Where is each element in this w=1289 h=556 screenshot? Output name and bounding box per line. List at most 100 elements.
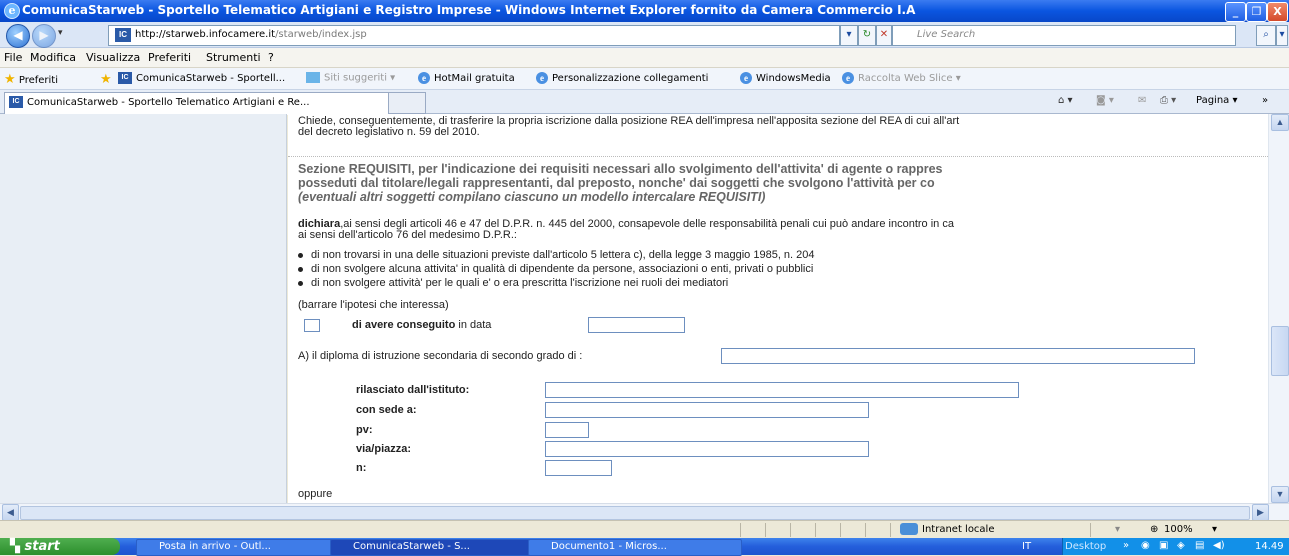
language-indicator[interactable]: IT xyxy=(1022,541,1031,552)
ie-logo-icon: e xyxy=(4,3,20,19)
favorites-label: Preferiti xyxy=(18,75,59,86)
menu-file[interactable]: File xyxy=(4,51,22,64)
tray-display-icon[interactable]: ▤ xyxy=(1195,540,1204,551)
intranet-zone-icon xyxy=(900,523,918,535)
diploma-input[interactable] xyxy=(721,348,1195,364)
system-tray: Desktop » ◉ ▣ ◈ ▤ ◀) 14.49 xyxy=(1062,538,1289,555)
volume-icon[interactable]: ◀) xyxy=(1213,540,1225,551)
scroll-left-icon[interactable]: ◀ xyxy=(2,504,19,521)
intro-line-2: del decreto legislativo n. 59 del 2010. xyxy=(298,126,480,138)
forward-button[interactable]: ▶ xyxy=(32,24,56,48)
add-favorite-icon[interactable]: ★ xyxy=(100,72,112,87)
history-dropdown-icon[interactable]: ▾ xyxy=(58,28,63,38)
favorite-label: WindowsMedia xyxy=(756,73,831,84)
scroll-down-icon[interactable]: ▼ xyxy=(1271,486,1289,503)
favorites-center-button[interactable]: ★ Preferiti xyxy=(4,72,58,87)
section-requisiti-line-1: Sezione REQUISITI, per l'indicazione dei… xyxy=(298,162,943,176)
vertical-scroll-thumb[interactable] xyxy=(1271,326,1289,376)
menu-preferiti[interactable]: Preferiti xyxy=(148,51,191,64)
section-requisiti-line-2: posseduti dal titolare/legali rappresent… xyxy=(298,176,935,190)
back-button[interactable]: ◀ xyxy=(6,24,30,48)
horizontal-scroll-thumb[interactable] xyxy=(20,506,1250,520)
close-button[interactable]: X xyxy=(1267,2,1288,22)
menu-strumenti[interactable]: Strumenti xyxy=(206,51,261,64)
tab-title: ComunicaStarweb - Sportello Telematico A… xyxy=(27,97,310,108)
oppure-label: oppure xyxy=(298,488,333,500)
menu-help[interactable]: ? xyxy=(268,51,274,64)
home-icon[interactable]: ⌂ ▾ xyxy=(1058,95,1073,106)
print-icon[interactable]: ⎙ ▾ xyxy=(1160,95,1176,106)
favorite-web-slice[interactable]: e Raccolta Web Slice ▾ xyxy=(842,72,961,84)
pagina-menu[interactable]: Pagina ▾ xyxy=(1196,95,1238,106)
task-word[interactable]: Documento1 - Micros... xyxy=(528,539,742,556)
favorite-siti-suggeriti[interactable]: Siti suggeriti ▾ xyxy=(306,72,395,84)
address-dropdown-button[interactable]: ▾ xyxy=(840,25,858,46)
start-button[interactable]: ▚ start xyxy=(0,538,120,555)
feeds-icon[interactable]: ◙ ▾ xyxy=(1096,95,1114,106)
horizontal-scrollbar[interactable]: ◀ ▶ xyxy=(0,503,1289,521)
menu-bar: File Modifica Visualizza Preferiti Strum… xyxy=(0,48,1289,68)
stop-icon[interactable]: ✕ xyxy=(876,25,892,46)
favorites-star-icon: ★ xyxy=(4,72,16,87)
sede-label: con sede a: xyxy=(356,404,417,416)
protected-mode-icon[interactable]: ▾ xyxy=(1115,524,1120,535)
ie-page-icon: e xyxy=(842,72,854,84)
minimize-button[interactable]: _ xyxy=(1225,2,1246,22)
favorite-label: Personalizzazione collegamenti xyxy=(552,73,709,84)
favorites-bar: ★ Preferiti ★ IC ComunicaStarweb - Sporte… xyxy=(0,68,1289,90)
menu-modifica[interactable]: Modifica xyxy=(30,51,76,64)
desktop-toolbar[interactable]: Desktop xyxy=(1065,541,1106,552)
requirement-bullet: di non trovarsi in una delle situazioni … xyxy=(298,249,815,261)
menu-visualizza[interactable]: Visualizza xyxy=(86,51,140,64)
search-icon[interactable]: ⌕ xyxy=(1256,25,1276,46)
divider xyxy=(288,156,1268,157)
via-input[interactable] xyxy=(545,441,869,457)
task-outlook[interactable]: Posta in arrivo - Outl... xyxy=(136,539,346,556)
zoom-level[interactable]: 100% xyxy=(1164,524,1193,535)
favorite-personalizzazione[interactable]: e Personalizzazione collegamenti xyxy=(536,72,708,84)
tray-app-icon[interactable]: ▣ xyxy=(1159,540,1168,551)
search-input[interactable]: Live Search xyxy=(892,25,1236,46)
search-placeholder: Live Search xyxy=(917,29,976,40)
address-input[interactable]: IC http://starweb.infocamere.it/starweb/i… xyxy=(108,25,840,46)
numero-input[interactable] xyxy=(545,460,612,476)
clock: 14.49 xyxy=(1255,541,1284,552)
scroll-up-icon[interactable]: ▲ xyxy=(1271,114,1289,131)
zoom-dropdown-icon[interactable]: ▾ xyxy=(1212,524,1217,535)
toolbar-chevron[interactable]: » xyxy=(1262,95,1268,106)
tray-chevron-icon[interactable]: » xyxy=(1123,540,1129,551)
ie-page-icon: e xyxy=(740,72,752,84)
conseguito-bold: di avere conseguito xyxy=(352,319,456,331)
istituto-input[interactable] xyxy=(545,382,1019,398)
vertical-scrollbar[interactable]: ▲ ▼ xyxy=(1268,114,1289,503)
url-host: http://starweb.infocamere.it xyxy=(135,29,276,40)
maximize-button[interactable]: ❐ xyxy=(1246,2,1267,22)
scroll-right-icon[interactable]: ▶ xyxy=(1252,504,1269,521)
tray-network-icon[interactable]: ◉ xyxy=(1141,540,1150,551)
conseguito-label: di avere conseguito in data xyxy=(352,319,491,331)
favorite-comunicastarweb[interactable]: IC ComunicaStarweb - Sportell... xyxy=(118,72,285,84)
security-zone-label: Intranet locale xyxy=(922,524,995,535)
left-panel xyxy=(0,114,287,503)
section-requisiti-line-3: (eventuali altri soggetti compilano cias… xyxy=(298,190,766,204)
task-ie[interactable]: ComunicaStarweb - S... xyxy=(330,539,544,556)
refresh-icon[interactable]: ↻ xyxy=(858,25,876,46)
barrare-note: (barrare l'ipotesi che interessa) xyxy=(298,299,449,311)
favorite-label: ComunicaStarweb - Sportell... xyxy=(136,73,286,84)
tab-comunicastarweb[interactable]: IC ComunicaStarweb - Sportello Telematico… xyxy=(4,92,392,115)
pv-input[interactable] xyxy=(545,422,589,438)
conseguito-checkbox[interactable] xyxy=(304,319,320,332)
new-tab-button[interactable] xyxy=(388,92,426,114)
search-options-dropdown-icon[interactable]: ▾ xyxy=(1276,25,1288,46)
page-content: Chiede, conseguentemente, di trasferire … xyxy=(288,114,1268,503)
favorite-hotmail[interactable]: e HotMail gratuita xyxy=(418,72,515,84)
suggested-sites-icon xyxy=(306,72,320,83)
task-label: Documento1 - Micros... xyxy=(551,541,667,552)
favorite-windowsmedia[interactable]: e WindowsMedia xyxy=(740,72,831,84)
sede-input[interactable] xyxy=(545,402,869,418)
favorite-label: HotMail gratuita xyxy=(434,73,515,84)
mail-icon[interactable]: ✉ xyxy=(1138,95,1146,106)
data-conseguimento-input[interactable] xyxy=(588,317,685,333)
tray-security-icon[interactable]: ◈ xyxy=(1177,540,1185,551)
zoom-icon[interactable]: ⊕ xyxy=(1150,524,1158,535)
